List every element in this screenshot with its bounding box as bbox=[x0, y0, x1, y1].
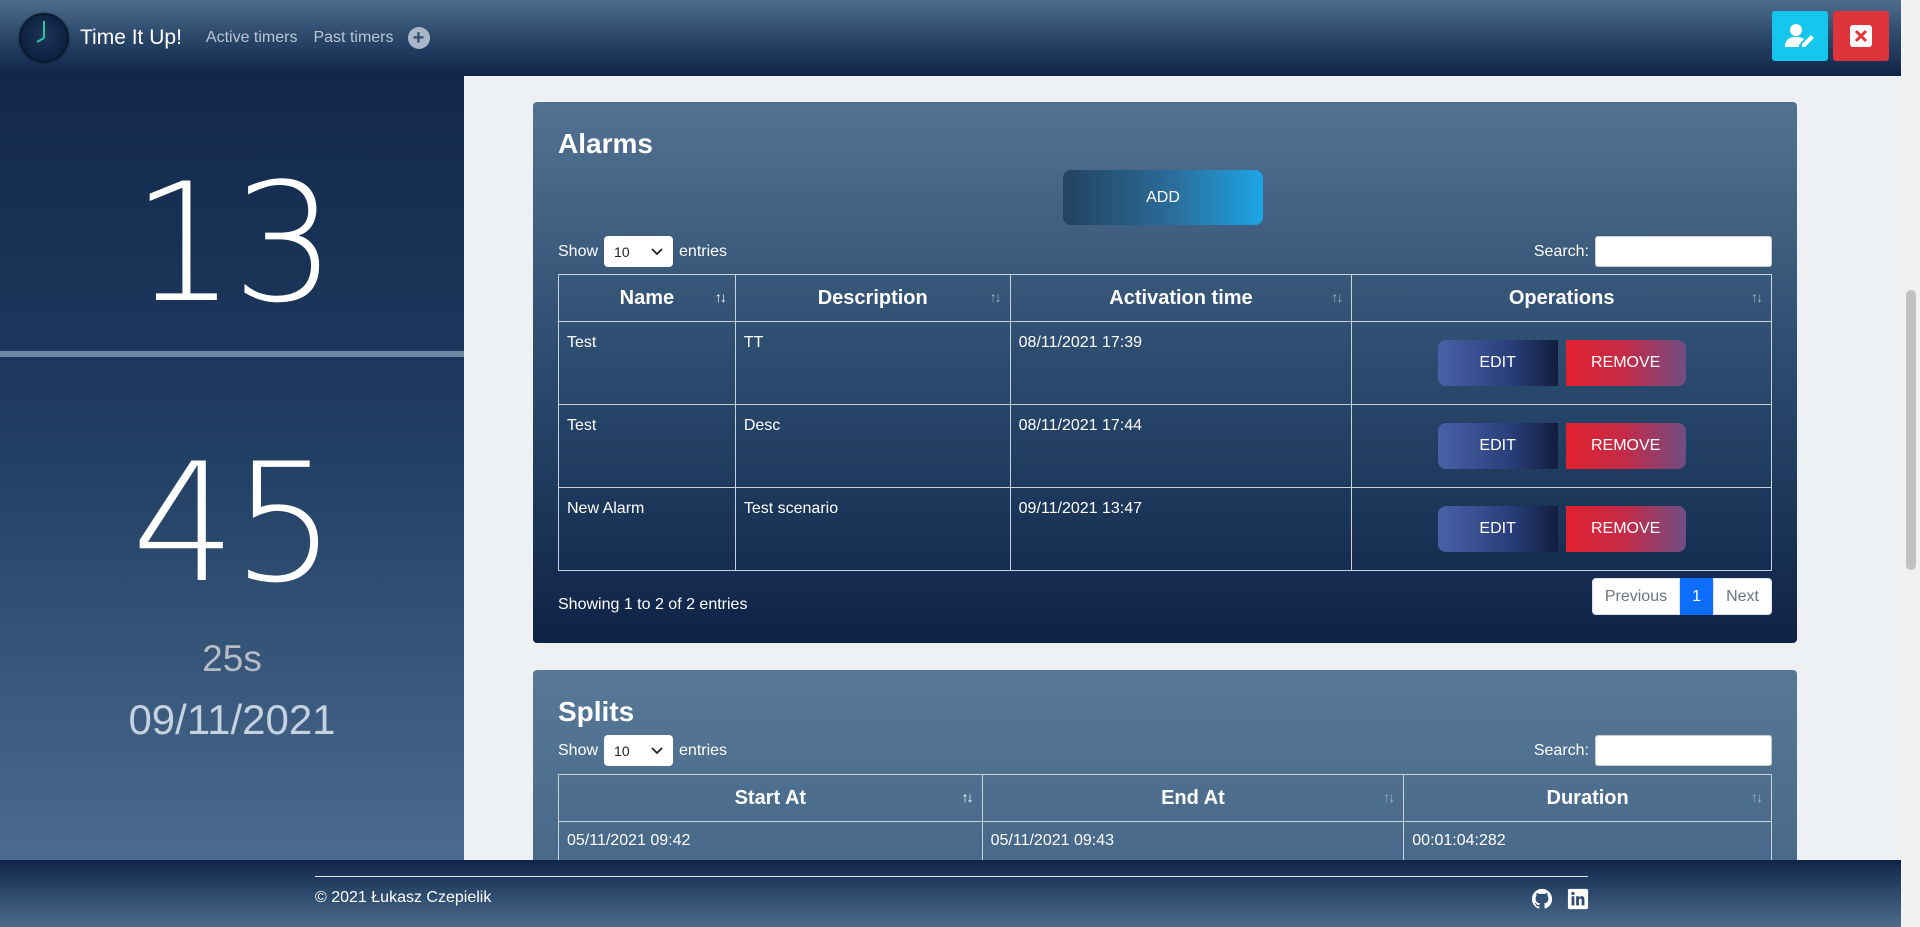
edit-button[interactable]: EDIT bbox=[1437, 340, 1558, 386]
clock-logo-icon[interactable] bbox=[19, 13, 69, 63]
page-scrollbar[interactable] bbox=[1901, 0, 1920, 927]
chevron-down-icon bbox=[651, 746, 663, 754]
cell-time: 09/11/2021 13:47 bbox=[1009, 487, 1353, 571]
github-icon[interactable] bbox=[1531, 888, 1553, 910]
cell-operations: EDIT REMOVE bbox=[1351, 321, 1772, 405]
edit-button[interactable]: EDIT bbox=[1437, 423, 1558, 469]
search-label: Search: bbox=[1533, 242, 1589, 260]
main-content: Alarms ADD Show 10 entries Search: Name ↑… bbox=[464, 76, 1862, 927]
nav-past-timers[interactable]: Past timers bbox=[313, 29, 393, 47]
brand-title[interactable]: Time It Up! bbox=[80, 26, 182, 50]
col-description-header[interactable]: Description ↑↓ bbox=[734, 274, 1011, 322]
cell-operations: EDIT REMOVE bbox=[1351, 404, 1772, 488]
search-label: Search: bbox=[1533, 741, 1589, 759]
chevron-down-icon bbox=[651, 247, 663, 255]
pagination-next[interactable]: Next bbox=[1713, 578, 1772, 615]
alarms-search-input[interactable] bbox=[1595, 236, 1772, 267]
table-row: Test Desc 08/11/2021 17:44 EDIT REMOVE bbox=[558, 404, 1772, 488]
entries-label: entries bbox=[679, 741, 728, 759]
edit-button[interactable]: EDIT bbox=[1437, 506, 1558, 552]
timer-minutes: 45 bbox=[131, 428, 337, 619]
entries-label: entries bbox=[679, 242, 728, 260]
alarms-length-control: Show 10 entries bbox=[558, 236, 727, 267]
col-start-header[interactable]: Start At ↑↓ bbox=[558, 774, 983, 822]
timer-hours: 13 bbox=[131, 148, 337, 339]
alarms-info-text: Showing 1 to 2 of 2 entries bbox=[558, 596, 748, 613]
table-row: Test TT 08/11/2021 17:39 EDIT REMOVE bbox=[558, 321, 1772, 405]
cell-description: Desc bbox=[734, 404, 1011, 488]
user-edit-icon bbox=[1785, 24, 1814, 47]
splits-title: Splits bbox=[558, 696, 635, 727]
sort-asc-icon: ↑↓ bbox=[714, 289, 727, 305]
nav-active-timers[interactable]: Active timers bbox=[206, 29, 298, 47]
col-name-header[interactable]: Name ↑↓ bbox=[558, 274, 736, 322]
pagination-previous[interactable]: Previous bbox=[1591, 578, 1681, 615]
footer: © 2021 Łukasz Czepielik bbox=[0, 860, 1920, 927]
timer-date: 09/11/2021 bbox=[128, 696, 336, 743]
splits-length-control: Show 10 entries bbox=[558, 735, 727, 766]
alarms-card: Alarms ADD Show 10 entries Search: Name ↑… bbox=[533, 102, 1797, 643]
cell-time: 08/11/2021 17:44 bbox=[1009, 404, 1353, 488]
remove-button[interactable]: REMOVE bbox=[1565, 423, 1686, 469]
table-row: New Alarm Test scenario 09/11/2021 13:47… bbox=[558, 487, 1772, 571]
cell-end: 05/11/2021 09:43 bbox=[981, 821, 1405, 862]
add-timer-plus-icon[interactable]: + bbox=[407, 27, 430, 49]
alarms-entries-select[interactable]: 10 bbox=[604, 236, 674, 267]
splits-search-control: Search: bbox=[1534, 735, 1772, 766]
alarms-title: Alarms bbox=[558, 128, 653, 159]
cell-duration: 00:01:04:282 bbox=[1403, 821, 1772, 862]
col-end-header[interactable]: End At ↑↓ bbox=[981, 774, 1405, 822]
alarms-search-control: Search: bbox=[1534, 236, 1772, 267]
sort-icon: ↑↓ bbox=[1751, 789, 1763, 805]
scrollbar-thumb[interactable] bbox=[1906, 290, 1916, 570]
remove-button[interactable]: REMOVE bbox=[1565, 506, 1686, 552]
edit-user-button[interactable] bbox=[1772, 11, 1828, 61]
cell-description: Test scenario bbox=[734, 487, 1011, 571]
entries-value: 10 bbox=[614, 742, 630, 759]
sort-icon: ↑↓ bbox=[1331, 289, 1343, 305]
splits-search-input[interactable] bbox=[1595, 735, 1772, 766]
entries-value: 10 bbox=[614, 243, 630, 260]
close-timer-button[interactable] bbox=[1833, 11, 1889, 61]
col-operations-header[interactable]: Operations ↑↓ bbox=[1351, 274, 1772, 322]
cell-start: 05/11/2021 09:42 bbox=[558, 821, 983, 862]
show-label: Show bbox=[558, 242, 599, 260]
footer-divider bbox=[315, 876, 1588, 877]
top-navbar: Time It Up! Active timers Past timers + bbox=[0, 0, 1920, 76]
table-row: 05/11/2021 09:42 05/11/2021 09:43 00:01:… bbox=[558, 821, 1772, 862]
sort-icon: ↑↓ bbox=[989, 289, 1002, 305]
splits-table: Start At ↑↓ End At ↑↓ Duration ↑↓ 05/11/202… bbox=[558, 774, 1772, 862]
add-alarm-button[interactable]: ADD bbox=[1063, 170, 1263, 225]
remove-button[interactable]: REMOVE bbox=[1565, 340, 1686, 386]
col-activation-header[interactable]: Activation time ↑↓ bbox=[1009, 274, 1353, 322]
sort-asc-icon: ↑↓ bbox=[961, 789, 974, 805]
alarms-table: Name ↑↓ Description ↑↓ Activation time ↑↓ O… bbox=[558, 274, 1772, 571]
cell-name: Test bbox=[558, 404, 736, 488]
timer-panel: 13 45 25s 09/11/2021 bbox=[0, 76, 464, 860]
sort-icon: ↑↓ bbox=[1751, 289, 1763, 305]
alarms-pagination: Previous 1 Next bbox=[1591, 578, 1772, 615]
cell-operations: EDIT REMOVE bbox=[1351, 487, 1772, 571]
close-icon bbox=[1850, 25, 1872, 47]
timer-seconds: 25s bbox=[202, 638, 262, 679]
cell-name: New Alarm bbox=[558, 487, 736, 571]
pagination-page-1[interactable]: 1 bbox=[1680, 578, 1714, 615]
sort-icon: ↑↓ bbox=[1383, 789, 1395, 805]
show-label: Show bbox=[558, 741, 599, 759]
timer-divider bbox=[0, 351, 464, 357]
cell-name: Test bbox=[558, 321, 736, 405]
copyright-text: © 2021 Łukasz Czepielik bbox=[315, 889, 492, 906]
cell-time: 08/11/2021 17:39 bbox=[1009, 321, 1353, 405]
linkedin-icon[interactable] bbox=[1567, 888, 1589, 910]
cell-description: TT bbox=[734, 321, 1011, 405]
col-duration-header[interactable]: Duration ↑↓ bbox=[1403, 774, 1772, 822]
splits-entries-select[interactable]: 10 bbox=[604, 735, 674, 766]
